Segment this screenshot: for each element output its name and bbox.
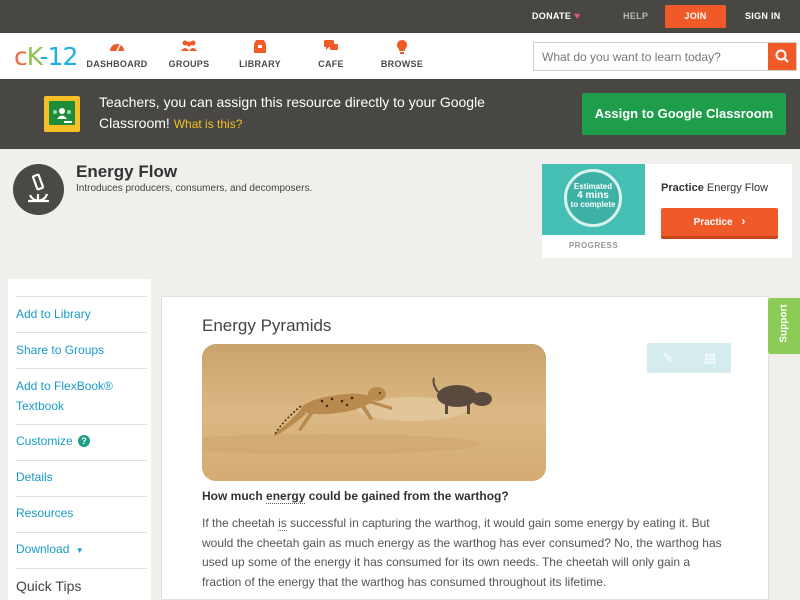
support-tab[interactable]: Support (768, 298, 800, 354)
divider (16, 332, 147, 333)
pencil-icon: ✎ (662, 350, 674, 365)
highlight-button[interactable]: ✎ (647, 343, 689, 373)
browse-icon (367, 39, 437, 57)
ck12-logo[interactable]: cK-12 (14, 42, 78, 71)
divider (16, 496, 147, 497)
progress-label: PROGRESS (568, 241, 619, 250)
divider (16, 460, 147, 461)
add-to-library-link[interactable]: Add to Library (16, 304, 147, 324)
practice-title: Practice Energy Flow (661, 182, 769, 194)
download-dropdown[interactable]: Download ▼ (16, 539, 147, 561)
divider (16, 296, 147, 297)
assign-to-google-classroom-button[interactable]: Assign to Google Classroom (582, 93, 786, 135)
practice-card: Estimated 4 mins to complete PROGRESS Pr… (542, 164, 792, 258)
notes-icon: ▤ (703, 350, 717, 365)
search-icon (775, 49, 789, 63)
nav-groups[interactable]: GROUPS (154, 39, 224, 69)
practice-button[interactable]: Practice › (661, 208, 778, 239)
nav-browse[interactable]: BROWSE (367, 39, 437, 69)
page-title: Energy Flow (76, 162, 178, 181)
page-subtitle: Introduces producers, consumers, and dec… (76, 183, 313, 194)
progress-estimate-graphic: Estimated 4 mins to complete (542, 164, 645, 235)
help-icon[interactable]: ? (78, 435, 91, 447)
notes-button[interactable]: ▤ (689, 343, 731, 373)
estimate-text: Estimated 4 mins to complete (570, 182, 616, 209)
google-classroom-banner: Teachers, you can assign this resource d… (0, 79, 800, 149)
dashboard-icon (82, 39, 152, 57)
nav-bar: cK-12 DASHBOARD GROUPS LIBRARY CAFE BROW… (0, 33, 800, 79)
annotation-toolbar: ✎ ▤ (647, 343, 731, 373)
donate-link[interactable]: DONATE ♥ (532, 0, 580, 33)
glossary-term-is[interactable]: is (278, 516, 287, 531)
glossary-term-energy[interactable]: energy (266, 489, 306, 504)
top-bar: DONATE ♥ HELP JOIN SIGN IN (0, 0, 800, 33)
lesson-content: Energy Pyramids ✎ ▤ How much energy coul… (161, 296, 769, 600)
search-box (533, 42, 797, 71)
divider (16, 568, 147, 569)
banner-text: Teachers, you can assign this resource d… (99, 94, 485, 131)
cheetah-warthog-photo (202, 344, 546, 481)
question-heading: How much energy could be gained from the… (202, 489, 509, 504)
divider (16, 368, 147, 369)
search-button[interactable] (768, 43, 796, 70)
section-title: Energy Pyramids (202, 316, 332, 335)
what-is-this-link[interactable]: What is this? (174, 117, 243, 131)
google-classroom-icon (44, 96, 80, 132)
share-to-groups-link[interactable]: Share to Groups (16, 340, 147, 360)
join-button[interactable]: JOIN (665, 5, 726, 28)
search-input[interactable] (534, 43, 768, 70)
details-link[interactable]: Details (16, 467, 147, 487)
customize-link[interactable]: Customize ? (16, 431, 147, 451)
nav-dashboard[interactable]: DASHBOARD (82, 39, 152, 69)
resources-link[interactable]: Resources (16, 503, 147, 523)
caret-down-icon: ▼ (75, 546, 84, 555)
microscope-icon (13, 164, 64, 215)
chevron-right-icon: › (741, 214, 746, 228)
action-sidebar: Add to Library Share to Groups Add to Fl… (8, 279, 151, 600)
add-to-flexbook-link[interactable]: Add to FlexBook® Textbook (16, 376, 147, 416)
donate-label: DONATE (532, 11, 572, 21)
nav-cafe[interactable]: CAFE (296, 39, 366, 69)
groups-icon (154, 39, 224, 57)
help-link[interactable]: HELP (623, 0, 648, 33)
sign-in-link[interactable]: SIGN IN (745, 0, 781, 33)
library-icon (225, 39, 295, 57)
divider (16, 424, 147, 425)
lesson-paragraph: If the cheetah is successful in capturin… (202, 516, 722, 589)
nav-library[interactable]: LIBRARY (225, 39, 295, 69)
heart-icon: ♥ (574, 11, 581, 22)
cafe-icon (296, 39, 366, 57)
quick-tips-heading: Quick Tips (16, 578, 82, 594)
divider (16, 532, 147, 533)
